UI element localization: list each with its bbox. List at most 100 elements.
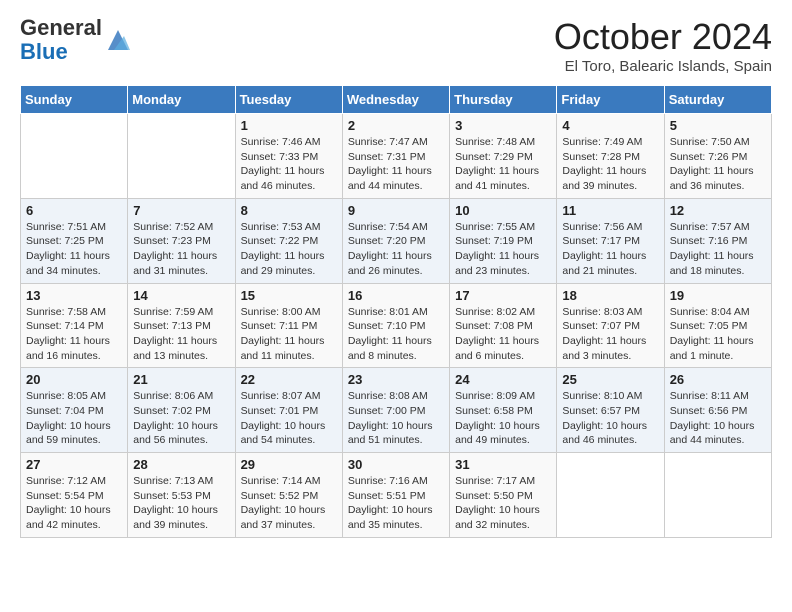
calendar-cell: 18 Sunrise: 8:03 AM Sunset: 7:07 PM Dayli… bbox=[557, 283, 664, 368]
calendar-cell: 14Sunrise: 7:59 AM Sunset: 7:13 PM Dayli… bbox=[128, 283, 235, 368]
day-number: 4 bbox=[562, 118, 658, 133]
day-number: 9 bbox=[348, 203, 444, 218]
day-number: 31 bbox=[455, 457, 551, 472]
day-info: Sunrise: 7:46 AM Sunset: 7:33 PM Dayligh… bbox=[241, 135, 337, 194]
calendar-week-3: 13Sunrise: 7:58 AM Sunset: 7:14 PM Dayli… bbox=[21, 283, 772, 368]
day-info: Sunrise: 7:17 AM Sunset: 5:50 PM Dayligh… bbox=[455, 474, 551, 533]
day-info: Sunrise: 8:05 AM Sunset: 7:04 PM Dayligh… bbox=[26, 389, 122, 448]
calendar-week-2: 6Sunrise: 7:51 AM Sunset: 7:25 PM Daylig… bbox=[21, 198, 772, 283]
day-info: Sunrise: 7:14 AM Sunset: 5:52 PM Dayligh… bbox=[241, 474, 337, 533]
calendar-cell: 27 Sunrise: 7:12 AM Sunset: 5:54 PM Dayli… bbox=[21, 453, 128, 538]
day-number: 27 bbox=[26, 457, 122, 472]
logo: General Blue bbox=[20, 16, 132, 64]
day-info: Sunrise: 7:16 AM Sunset: 5:51 PM Dayligh… bbox=[348, 474, 444, 533]
calendar-cell bbox=[21, 114, 128, 199]
day-info: Sunrise: 8:06 AM Sunset: 7:02 PM Dayligh… bbox=[133, 389, 229, 448]
day-number: 25 bbox=[562, 372, 658, 387]
day-number: 3 bbox=[455, 118, 551, 133]
day-info: Sunrise: 8:00 AM Sunset: 7:11 PM Dayligh… bbox=[241, 305, 337, 364]
day-info: Sunrise: 8:01 AM Sunset: 7:10 PM Dayligh… bbox=[348, 305, 444, 364]
calendar-cell: 24 Sunrise: 8:09 AM Sunset: 6:58 PM Dayli… bbox=[450, 368, 557, 453]
calendar-cell: 26 Sunrise: 8:11 AM Sunset: 6:56 PM Dayli… bbox=[664, 368, 771, 453]
calendar-week-5: 27 Sunrise: 7:12 AM Sunset: 5:54 PM Dayli… bbox=[21, 453, 772, 538]
day-number: 1 bbox=[241, 118, 337, 133]
calendar-cell: 12 Sunrise: 7:57 AM Sunset: 7:16 PM Dayli… bbox=[664, 198, 771, 283]
day-info: Sunrise: 7:58 AM Sunset: 7:14 PM Dayligh… bbox=[26, 305, 122, 364]
calendar-cell: 23 Sunrise: 8:08 AM Sunset: 7:00 PM Dayli… bbox=[342, 368, 449, 453]
day-info: Sunrise: 7:57 AM Sunset: 7:16 PM Dayligh… bbox=[670, 220, 766, 279]
day-number: 10 bbox=[455, 203, 551, 218]
day-info: Sunrise: 8:09 AM Sunset: 6:58 PM Dayligh… bbox=[455, 389, 551, 448]
col-wednesday: Wednesday bbox=[342, 86, 449, 114]
calendar-cell: 20 Sunrise: 8:05 AM Sunset: 7:04 PM Dayli… bbox=[21, 368, 128, 453]
col-saturday: Saturday bbox=[664, 86, 771, 114]
calendar-cell: 1 Sunrise: 7:46 AM Sunset: 7:33 PM Daylig… bbox=[235, 114, 342, 199]
col-friday: Friday bbox=[557, 86, 664, 114]
day-number: 28 bbox=[133, 457, 229, 472]
day-info: Sunrise: 7:12 AM Sunset: 5:54 PM Dayligh… bbox=[26, 474, 122, 533]
calendar-cell: 16 Sunrise: 8:01 AM Sunset: 7:10 PM Dayli… bbox=[342, 283, 449, 368]
day-number: 16 bbox=[348, 288, 444, 303]
day-number: 8 bbox=[241, 203, 337, 218]
day-number: 12 bbox=[670, 203, 766, 218]
calendar-cell: 25 Sunrise: 8:10 AM Sunset: 6:57 PM Dayli… bbox=[557, 368, 664, 453]
day-info: Sunrise: 7:13 AM Sunset: 5:53 PM Dayligh… bbox=[133, 474, 229, 533]
calendar-week-4: 20 Sunrise: 8:05 AM Sunset: 7:04 PM Dayli… bbox=[21, 368, 772, 453]
day-info: Sunrise: 7:47 AM Sunset: 7:31 PM Dayligh… bbox=[348, 135, 444, 194]
day-info: Sunrise: 7:56 AM Sunset: 7:17 PM Dayligh… bbox=[562, 220, 658, 279]
day-number: 22 bbox=[241, 372, 337, 387]
day-info: Sunrise: 7:49 AM Sunset: 7:28 PM Dayligh… bbox=[562, 135, 658, 194]
day-number: 18 bbox=[562, 288, 658, 303]
calendar-cell: 6Sunrise: 7:51 AM Sunset: 7:25 PM Daylig… bbox=[21, 198, 128, 283]
day-info: Sunrise: 8:08 AM Sunset: 7:00 PM Dayligh… bbox=[348, 389, 444, 448]
day-info: Sunrise: 7:55 AM Sunset: 7:19 PM Dayligh… bbox=[455, 220, 551, 279]
calendar-cell: 5Sunrise: 7:50 AM Sunset: 7:26 PM Daylig… bbox=[664, 114, 771, 199]
logo-text: General Blue bbox=[20, 16, 102, 64]
calendar-cell: 4 Sunrise: 7:49 AM Sunset: 7:28 PM Daylig… bbox=[557, 114, 664, 199]
day-number: 19 bbox=[670, 288, 766, 303]
day-info: Sunrise: 8:03 AM Sunset: 7:07 PM Dayligh… bbox=[562, 305, 658, 364]
calendar-cell: 31 Sunrise: 7:17 AM Sunset: 5:50 PM Dayli… bbox=[450, 453, 557, 538]
calendar-cell bbox=[664, 453, 771, 538]
calendar-cell: 22 Sunrise: 8:07 AM Sunset: 7:01 PM Dayli… bbox=[235, 368, 342, 453]
col-sunday: Sunday bbox=[21, 86, 128, 114]
calendar-cell bbox=[557, 453, 664, 538]
calendar-cell: 8 Sunrise: 7:53 AM Sunset: 7:22 PM Daylig… bbox=[235, 198, 342, 283]
day-info: Sunrise: 8:10 AM Sunset: 6:57 PM Dayligh… bbox=[562, 389, 658, 448]
day-info: Sunrise: 7:54 AM Sunset: 7:20 PM Dayligh… bbox=[348, 220, 444, 279]
day-number: 14 bbox=[133, 288, 229, 303]
calendar-cell: 13Sunrise: 7:58 AM Sunset: 7:14 PM Dayli… bbox=[21, 283, 128, 368]
day-info: Sunrise: 8:04 AM Sunset: 7:05 PM Dayligh… bbox=[670, 305, 766, 364]
day-info: Sunrise: 8:07 AM Sunset: 7:01 PM Dayligh… bbox=[241, 389, 337, 448]
calendar-cell: 7Sunrise: 7:52 AM Sunset: 7:23 PM Daylig… bbox=[128, 198, 235, 283]
day-number: 24 bbox=[455, 372, 551, 387]
calendar-cell: 9 Sunrise: 7:54 AM Sunset: 7:20 PM Daylig… bbox=[342, 198, 449, 283]
day-number: 29 bbox=[241, 457, 337, 472]
day-info: Sunrise: 8:11 AM Sunset: 6:56 PM Dayligh… bbox=[670, 389, 766, 448]
header-row: Sunday Monday Tuesday Wednesday Thursday… bbox=[21, 86, 772, 114]
day-info: Sunrise: 8:02 AM Sunset: 7:08 PM Dayligh… bbox=[455, 305, 551, 364]
calendar-table: Sunday Monday Tuesday Wednesday Thursday… bbox=[20, 85, 772, 538]
day-number: 20 bbox=[26, 372, 122, 387]
calendar-cell: 10 Sunrise: 7:55 AM Sunset: 7:19 PM Dayli… bbox=[450, 198, 557, 283]
calendar-page: General Blue October 2024 El Toro, Balea… bbox=[0, 0, 792, 554]
day-number: 26 bbox=[670, 372, 766, 387]
calendar-cell bbox=[128, 114, 235, 199]
logo-icon bbox=[104, 26, 132, 54]
calendar-cell: 19 Sunrise: 8:04 AM Sunset: 7:05 PM Dayli… bbox=[664, 283, 771, 368]
calendar-cell: 30Sunrise: 7:16 AM Sunset: 5:51 PM Dayli… bbox=[342, 453, 449, 538]
calendar-cell: 29 Sunrise: 7:14 AM Sunset: 5:52 PM Dayli… bbox=[235, 453, 342, 538]
day-info: Sunrise: 7:52 AM Sunset: 7:23 PM Dayligh… bbox=[133, 220, 229, 279]
day-number: 2 bbox=[348, 118, 444, 133]
calendar-cell: 17Sunrise: 8:02 AM Sunset: 7:08 PM Dayli… bbox=[450, 283, 557, 368]
logo-blue: Blue bbox=[20, 39, 68, 64]
day-number: 6 bbox=[26, 203, 122, 218]
day-number: 23 bbox=[348, 372, 444, 387]
day-number: 21 bbox=[133, 372, 229, 387]
col-monday: Monday bbox=[128, 86, 235, 114]
location-subtitle: El Toro, Balearic Islands, Spain bbox=[554, 58, 772, 75]
day-info: Sunrise: 7:53 AM Sunset: 7:22 PM Dayligh… bbox=[241, 220, 337, 279]
calendar-cell: 28 Sunrise: 7:13 AM Sunset: 5:53 PM Dayli… bbox=[128, 453, 235, 538]
calendar-cell: 2 Sunrise: 7:47 AM Sunset: 7:31 PM Daylig… bbox=[342, 114, 449, 199]
page-header: General Blue October 2024 El Toro, Balea… bbox=[20, 16, 772, 75]
